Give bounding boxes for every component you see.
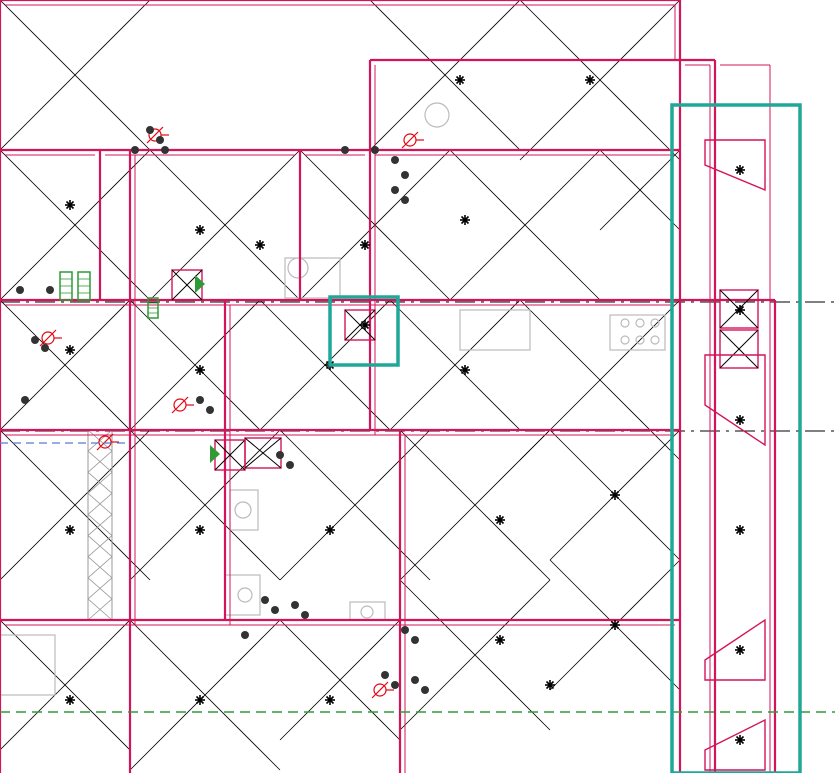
point-marker-icon	[421, 686, 429, 694]
snap-marker-icon	[735, 645, 745, 655]
point-marker-icon	[131, 146, 139, 154]
point-marker-icon	[291, 601, 299, 609]
point-marker-icon	[286, 461, 294, 469]
point-marker-icon	[146, 126, 154, 134]
snap-marker-icon	[65, 525, 75, 535]
point-marker-icon	[196, 396, 204, 404]
point-marker-icon	[401, 196, 409, 204]
point-marker-icon	[276, 451, 284, 459]
snap-marker-icon	[255, 240, 265, 250]
snap-marker-icon	[195, 225, 205, 235]
point-marker-icon	[206, 406, 214, 414]
point-marker-icon	[391, 681, 399, 689]
point-marker-icon	[401, 171, 409, 179]
point-marker-icon	[16, 286, 24, 294]
snap-marker-icon	[585, 75, 595, 85]
snap-marker-icon	[610, 490, 620, 500]
point-marker-icon	[261, 596, 269, 604]
snap-marker-icon	[360, 240, 370, 250]
snap-marker-icon	[360, 320, 370, 330]
snap-marker-icon	[455, 75, 465, 85]
point-marker-icon	[271, 606, 279, 614]
point-marker-icon	[301, 611, 309, 619]
snap-marker-icon	[65, 200, 75, 210]
point-marker-icon	[381, 671, 389, 679]
point-marker-icon	[46, 286, 54, 294]
snap-marker-icon	[735, 735, 745, 745]
floor-plan-canvas	[0, 0, 835, 773]
snap-marker-icon	[65, 345, 75, 355]
snap-marker-icon	[195, 365, 205, 375]
snap-marker-icon	[735, 525, 745, 535]
snap-marker-icon	[495, 515, 505, 525]
snap-marker-icon	[195, 525, 205, 535]
point-marker-icon	[341, 146, 349, 154]
snap-marker-icon	[65, 695, 75, 705]
snap-marker-icon	[495, 635, 505, 645]
snap-marker-icon	[460, 365, 470, 375]
point-marker-icon	[161, 146, 169, 154]
snap-marker-icon	[325, 525, 335, 535]
snap-marker-icon	[325, 695, 335, 705]
point-marker-icon	[156, 136, 164, 144]
point-marker-icon	[241, 631, 249, 639]
snap-marker-icon	[545, 680, 555, 690]
point-marker-icon	[391, 186, 399, 194]
snap-marker-icon	[735, 165, 745, 175]
snap-marker-icon	[195, 695, 205, 705]
point-marker-icon	[391, 156, 399, 164]
point-marker-icon	[371, 146, 379, 154]
snap-marker-icon	[610, 620, 620, 630]
snap-marker-icon	[735, 305, 745, 315]
point-marker-icon	[401, 626, 409, 634]
snap-marker-icon	[735, 415, 745, 425]
point-marker-icon	[21, 396, 29, 404]
point-marker-icon	[31, 336, 39, 344]
point-marker-icon	[411, 636, 419, 644]
point-marker-icon	[411, 676, 419, 684]
snap-marker-icon	[460, 215, 470, 225]
point-marker-icon	[41, 344, 49, 352]
